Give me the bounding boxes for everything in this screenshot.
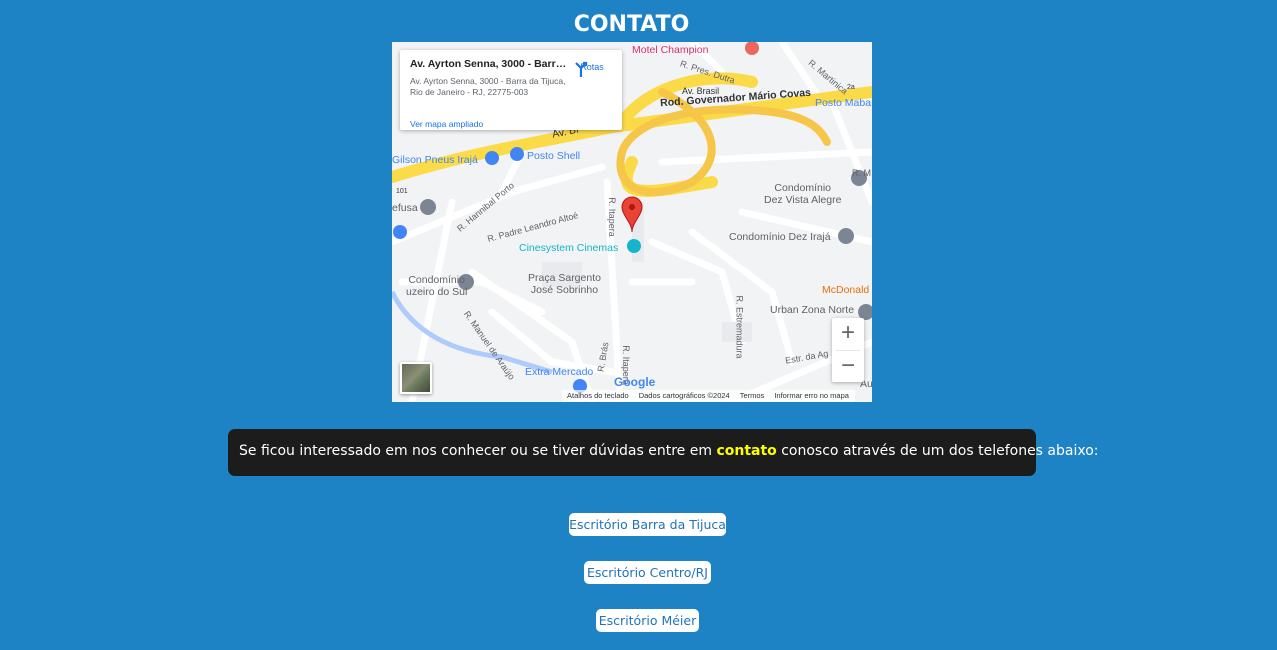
map-info-card: Av. Ayrton Senna, 3000 - Barra da Tijuca… bbox=[400, 50, 622, 130]
info-card-address: Av. Ayrton Senna, 3000 - Barra da Tijuca… bbox=[410, 76, 566, 97]
map-label-cond-cruzeiro: Condomínio uzeiro do Sul bbox=[406, 274, 468, 298]
map-label-praca: Praça Sargento José Sobrinho bbox=[528, 272, 601, 296]
office-centro-button[interactable]: Escritório Centro/RJ bbox=[584, 561, 711, 584]
satellite-toggle-button[interactable] bbox=[400, 362, 432, 394]
map-label-101: 101 bbox=[396, 188, 408, 195]
map-label-cond-dez-vista: Condomínio Dez Vista Alegre bbox=[764, 182, 842, 206]
map-label-estremadura: R. Estremadura bbox=[734, 295, 745, 359]
map-data-attribution: Dados cartográficos ©2024 bbox=[638, 391, 730, 400]
google-logo: Google bbox=[614, 375, 655, 389]
map-label-cond-dez-iraja: Condomínio Dez Irajá bbox=[729, 231, 831, 243]
page-title: CONTATO bbox=[573, 12, 690, 37]
message-highlight: contato bbox=[716, 443, 777, 459]
map-label-mcdonalds: McDonald bbox=[822, 284, 870, 296]
map-label-urban: Urban Zona Norte bbox=[770, 304, 855, 316]
map-label-2a: 2a bbox=[847, 84, 855, 91]
office-meier-button[interactable]: Escritório Méier bbox=[596, 609, 699, 632]
map-label-posto-maba: Posto Maba bbox=[815, 97, 872, 109]
map-label-extra: Extra Mercado bbox=[525, 366, 594, 378]
google-logo-text: Google bbox=[614, 375, 656, 389]
terms-link[interactable]: Termos bbox=[740, 391, 765, 402]
contact-message: Se ficou interessado em nos conhecer ou … bbox=[228, 429, 1099, 476]
message-text-after: conosco através de um dos telefones abai… bbox=[776, 443, 1099, 459]
map-label-itapera: R. Itapera bbox=[606, 197, 617, 237]
map-label-cinesystem: Cinesystem Cinemas bbox=[519, 242, 619, 254]
map-label-posto-shell: Posto Shell bbox=[527, 150, 581, 162]
zoom-out-button[interactable]: − bbox=[832, 351, 864, 383]
map-label-motel: Motel Champion bbox=[632, 44, 709, 56]
report-error-link[interactable]: Informar erro no mapa bbox=[774, 391, 849, 402]
directions-button[interactable]: Rotas bbox=[572, 60, 612, 77]
zoom-control: + − bbox=[832, 318, 864, 382]
map-footer: Atalhos do teclado Dados cartográficos ©… bbox=[562, 390, 855, 402]
view-larger-map-link[interactable]: Ver mapa ampliado bbox=[410, 119, 483, 129]
office-barra-button[interactable]: Escritório Barra da Tijuca bbox=[569, 513, 726, 536]
message-text-before: Se ficou interessado em nos conhecer ou … bbox=[239, 443, 717, 459]
info-card-title: Av. Ayrton Senna, 3000 - Barra da Tijuca bbox=[410, 58, 570, 70]
map-label-efusa: efusa bbox=[392, 202, 418, 214]
zoom-in-button[interactable]: + bbox=[832, 318, 864, 350]
map-label-gilson: Gilson Pneus Irajá bbox=[392, 154, 478, 166]
keyboard-shortcuts-link[interactable]: Atalhos do teclado bbox=[567, 391, 629, 402]
map-label-r-m: R. M bbox=[852, 168, 871, 178]
google-map-embed[interactable]: Motel Champion R. Pres. Dutra R. Martini… bbox=[392, 42, 872, 402]
